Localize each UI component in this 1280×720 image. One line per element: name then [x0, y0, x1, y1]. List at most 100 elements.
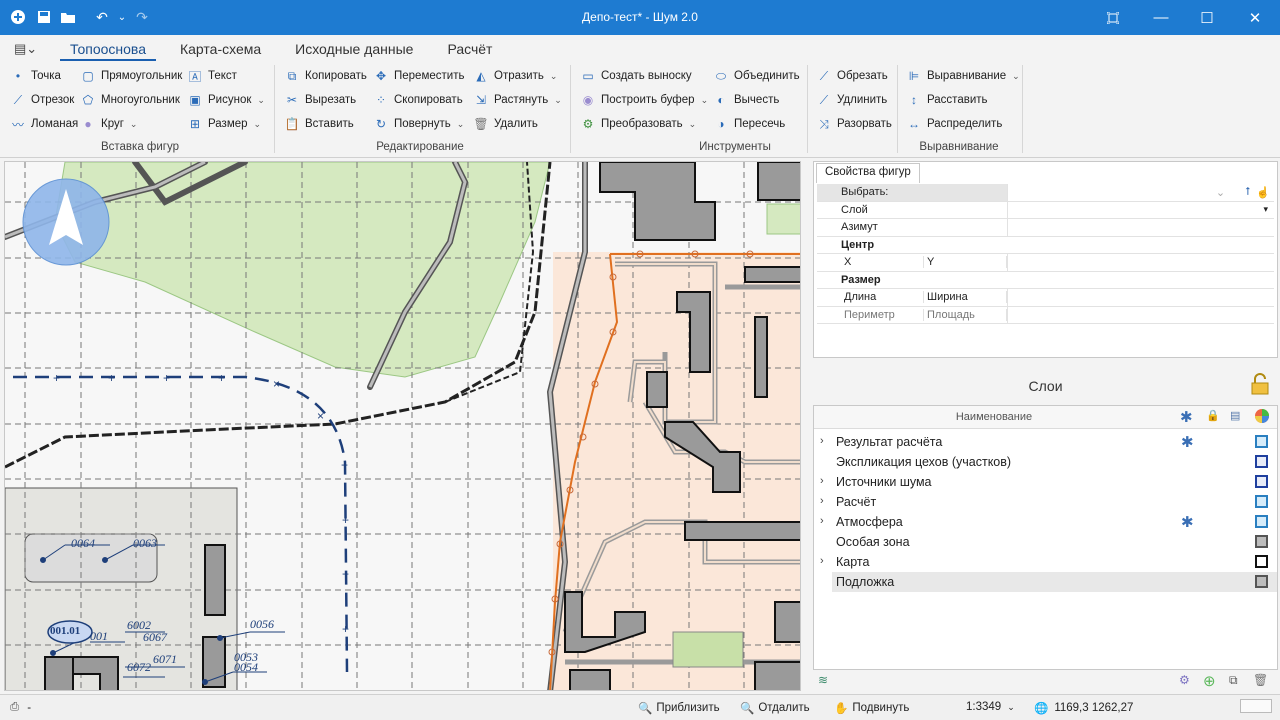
layers-stack-icon[interactable]: ≋ [818, 673, 828, 687]
polygon-button[interactable]: ⬠ Многоугольник [80, 90, 180, 110]
layer-row[interactable]: › Источники шума [814, 472, 1277, 492]
maximize-icon[interactable]: ☐ [1184, 0, 1230, 35]
layer-color-swatch[interactable] [1255, 475, 1268, 488]
layer-row[interactable]: Особая зона [814, 532, 1277, 552]
fullscreen-icon[interactable] [1090, 0, 1136, 35]
callout-button[interactable]: ▭ Создать выноску [580, 66, 691, 86]
tab-shape-properties[interactable]: Свойства фигур [816, 163, 920, 183]
property-row[interactable]: Длина Ширина [817, 289, 1274, 307]
print-column-icon[interactable]: ▤ [1230, 409, 1240, 422]
size-button[interactable]: ⊞ Размер ⌄ [187, 114, 261, 134]
property-row[interactable]: Выбрать: ⌄ ⭡ ☝ [817, 184, 1274, 202]
layer-color-swatch[interactable] [1255, 435, 1268, 448]
property-row[interactable]: Периметр Площадь [817, 306, 1274, 324]
segment-button[interactable]: ⟋ Отрезок [10, 90, 75, 110]
transform-button[interactable]: ⚙ Преобразовать ⌄ [580, 114, 697, 134]
layer-color-swatch[interactable] [1255, 535, 1268, 548]
zoom-in-button[interactable]: 🔍 Приблизить [638, 701, 720, 715]
properties-panel: Свойства фигур Выбрать: ⌄ ⭡ ☝ Слой ▾ Азимут … [813, 161, 1278, 358]
duplicate-layer-icon[interactable]: ⧉ [1229, 673, 1238, 688]
point-icon: • [15, 69, 21, 83]
tab-map-scheme[interactable]: Карта-схема [170, 39, 271, 61]
layer-color-swatch[interactable] [1255, 495, 1268, 508]
lock-icon[interactable] [1249, 373, 1271, 395]
chevron-down-icon: ⌄ [1007, 701, 1015, 712]
layer-row[interactable]: › Карта [814, 552, 1277, 572]
move-button[interactable]: ✥ Переместить [373, 66, 465, 86]
expand-chevron-icon[interactable]: › [820, 495, 824, 507]
expand-chevron-icon[interactable]: › [820, 555, 824, 567]
rectangle-button[interactable]: ▢ Прямоугольник [80, 66, 182, 86]
intersect-button[interactable]: ◑ Пересечь [713, 114, 785, 134]
layer-color-swatch[interactable] [1255, 455, 1268, 468]
polyline-button[interactable]: 〰 Ломаная [10, 114, 78, 134]
lock-column-icon[interactable]: 🔒 [1206, 409, 1220, 422]
property-row[interactable]: XY [817, 254, 1274, 272]
circle-button[interactable]: ● Круг ⌄ [80, 114, 137, 134]
arrange-button[interactable]: ↕ Расставить [906, 90, 988, 110]
layer-dropdown-icon[interactable]: ▾ [1263, 204, 1268, 215]
layer-label: Расчёт [836, 495, 877, 509]
copy-button[interactable]: ⧉ Копировать [284, 66, 367, 86]
north-arrow-icon[interactable] [21, 177, 111, 267]
select-up-icon[interactable]: ⭡ [1245, 186, 1250, 199]
layer-label: Результат расчёта [836, 435, 943, 449]
layer-row[interactable]: › Результат расчёта ✱ [814, 432, 1277, 452]
layer-color-swatch[interactable] [1255, 575, 1268, 588]
point-button[interactable]: • Точка [10, 66, 61, 86]
expand-chevron-icon[interactable]: › [820, 515, 824, 527]
layer-row[interactable]: Подложка [832, 572, 1277, 592]
text-button[interactable]: 🄰 Текст [187, 66, 237, 86]
tab-input-data[interactable]: Исходные данные [285, 39, 423, 61]
subtract-button[interactable]: ◐ Вычесть [713, 90, 779, 110]
duplicate-button[interactable]: ⁘ Скопировать [373, 90, 463, 110]
extend-icon: ⟋ [819, 92, 829, 107]
expand-chevron-icon[interactable]: › [820, 475, 824, 487]
column-name[interactable]: Наименование [814, 411, 1174, 423]
scale-selector[interactable]: 1:3349 ⌄ [966, 701, 1015, 713]
svg-text:+: + [342, 622, 349, 636]
snowflake-icon[interactable]: ✱ [1180, 408, 1193, 426]
add-layer-icon[interactable]: ⊕ [1203, 672, 1216, 690]
align-button[interactable]: ⊫ Выравнивание ⌄ [906, 66, 1020, 86]
delete-button[interactable]: 🗑 Удалить [473, 114, 538, 134]
snowflake-icon[interactable]: ✱ [1181, 513, 1194, 531]
delete-layer-icon[interactable]: 🗑 [1253, 673, 1268, 687]
rotate-button[interactable]: ↻ Повернуть ⌄ [373, 114, 464, 134]
trim-button[interactable]: ⟋ Обрезать [816, 66, 888, 86]
picture-button[interactable]: ▣ Рисунок ⌄ [187, 90, 265, 110]
pan-button[interactable]: ✋ Подвинуть [834, 701, 909, 715]
layer-row[interactable]: › Расчёт [814, 492, 1277, 512]
cut-button[interactable]: ✂ Вырезать [284, 90, 356, 110]
expand-chevron-icon[interactable]: › [820, 435, 824, 447]
select-dropdown-icon[interactable]: ⌄ [1216, 186, 1225, 199]
buffer-button[interactable]: ◉ Построить буфер ⌄ [580, 90, 708, 110]
stretch-button[interactable]: ⇲ Растянуть ⌄ [473, 90, 562, 110]
union-button[interactable]: ⬭ Объединить [713, 66, 800, 86]
property-row[interactable]: Азимут [817, 219, 1274, 237]
layer-row[interactable]: › Атмосфера ✱ [814, 512, 1277, 532]
pointer-icon[interactable]: ☝ [1256, 186, 1270, 199]
property-row[interactable]: Слой ▾ [817, 201, 1274, 219]
minimize-icon[interactable]: — [1138, 0, 1184, 35]
snowflake-icon[interactable]: ✱ [1181, 433, 1194, 451]
mirror-button[interactable]: ◭ Отразить ⌄ [473, 66, 557, 86]
status-icon[interactable]: ⎙ [10, 701, 19, 714]
tab-calculation[interactable]: Расчёт [437, 39, 502, 61]
layer-color-swatch[interactable] [1255, 515, 1268, 528]
break-button[interactable]: ⤨ Разорвать [816, 114, 892, 134]
copy-icon: ⧉ [287, 68, 297, 83]
layer-row[interactable]: Экспликация цехов (участков) [814, 452, 1277, 472]
distribute-button[interactable]: ↔ Распределить [906, 114, 1002, 134]
extend-button[interactable]: ⟋ Удлинить [816, 90, 888, 110]
settings-icon[interactable]: ⚙ [1179, 673, 1190, 687]
map-canvas[interactable]: + + + + × × + + + + 0064 0063 001.01 001… [4, 161, 801, 691]
tab-topo[interactable]: Топооснова [60, 39, 156, 61]
zoom-out-button[interactable]: 🔍 Отдалить [740, 701, 810, 715]
map-label: 0056 [250, 617, 274, 631]
close-icon[interactable]: ✕ [1232, 0, 1278, 35]
app-menu-icon[interactable]: ▤⌄ [14, 41, 40, 57]
paste-button[interactable]: 📋 Вставить [284, 114, 354, 134]
color-wheel-icon[interactable] [1254, 408, 1270, 427]
layer-color-swatch[interactable] [1255, 555, 1268, 568]
